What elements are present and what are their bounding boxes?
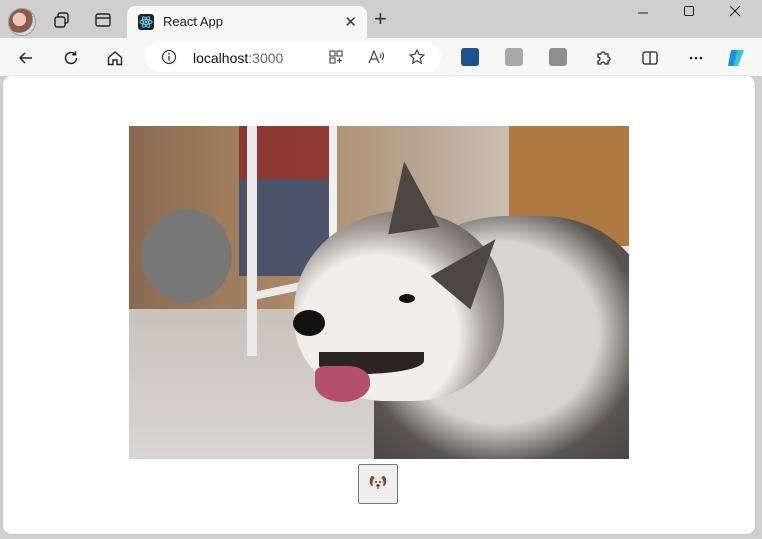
close-window-icon[interactable] [712, 4, 758, 24]
more-options-icon[interactable] [684, 46, 708, 70]
tab-close-icon[interactable]: ✕ [344, 13, 357, 31]
minimize-icon[interactable] [620, 4, 666, 24]
new-tab-button[interactable]: + [374, 8, 387, 30]
app-available-icon[interactable] [328, 49, 344, 70]
browser-window: React App ✕ + localhost:3000 [0, 0, 762, 539]
url-host: localhost [193, 50, 249, 66]
favorite-star-icon[interactable] [408, 48, 426, 71]
split-screen-icon[interactable] [638, 46, 662, 70]
site-info-icon[interactable] [161, 49, 177, 70]
read-aloud-icon[interactable] [367, 48, 385, 69]
workspaces-icon[interactable] [50, 8, 74, 32]
dog-photo [129, 126, 629, 459]
refresh-icon[interactable] [59, 46, 83, 70]
dog-face-icon [368, 473, 388, 496]
extension-2-icon[interactable] [505, 48, 523, 66]
extension-1-icon[interactable] [461, 48, 479, 66]
profile-avatar[interactable] [8, 8, 36, 36]
extensions-puzzle-icon[interactable] [591, 46, 615, 70]
maximize-icon[interactable] [666, 4, 712, 24]
address-bar[interactable]: localhost:3000 [145, 42, 441, 72]
tab-actions-icon[interactable] [91, 8, 115, 32]
url-port: :3000 [248, 50, 284, 66]
tab-bar: React App ✕ + [0, 0, 762, 38]
react-favicon-icon [138, 14, 154, 30]
tab-title: React App [163, 14, 223, 29]
copilot-icon[interactable] [724, 46, 748, 70]
page-viewport [3, 76, 755, 534]
home-icon[interactable] [103, 46, 127, 70]
url-text[interactable]: localhost:3000 [193, 50, 283, 66]
tab-react-app[interactable]: React App ✕ [127, 6, 367, 38]
browser-toolbar: localhost:3000 [0, 38, 762, 76]
dog-button[interactable] [358, 464, 398, 504]
extension-3-icon[interactable] [549, 48, 567, 66]
back-icon[interactable] [14, 46, 38, 70]
